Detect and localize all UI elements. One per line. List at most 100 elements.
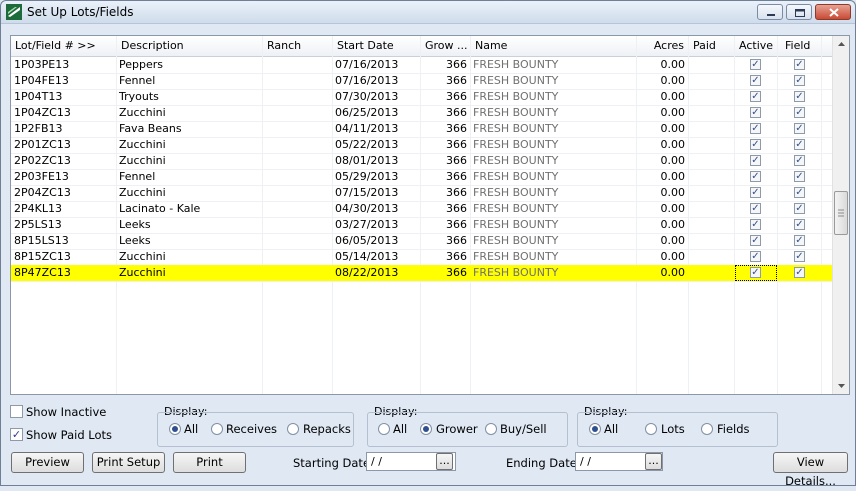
field-checkbox[interactable]: ✓ xyxy=(794,139,805,150)
cell-start[interactable]: 07/30/2013 xyxy=(332,89,420,105)
col-header-field[interactable]: Field xyxy=(778,36,822,56)
cell-lot[interactable]: 2P5LS13 xyxy=(11,217,116,233)
cell-paid[interactable] xyxy=(688,249,734,265)
cell-ranch[interactable] xyxy=(262,233,332,249)
cell-desc[interactable]: Zucchini xyxy=(116,105,262,121)
active-checkbox[interactable]: ✓ xyxy=(750,59,761,70)
active-checkbox[interactable]: ✓ xyxy=(750,107,761,118)
cell-grow[interactable]: 366 xyxy=(420,137,470,153)
cell-name[interactable]: FRESH BOUNTY xyxy=(470,105,636,121)
cell-lot[interactable]: 2P02ZC13 xyxy=(11,153,116,169)
cell-start[interactable]: 04/11/2013 xyxy=(332,121,420,137)
cell-paid[interactable] xyxy=(688,137,734,153)
cell-name[interactable]: FRESH BOUNTY xyxy=(470,121,636,137)
active-checkbox[interactable]: ✓ xyxy=(750,139,761,150)
cell-name[interactable]: FRESH BOUNTY xyxy=(470,73,636,89)
table-row[interactable]: 1P04ZC13 Zucchini 06/25/2013 366 FRESH BOUNT… xyxy=(11,105,832,122)
cell-start[interactable]: 07/16/2013 xyxy=(332,57,420,73)
cell-ranch[interactable] xyxy=(262,57,332,73)
cell-lot[interactable]: 2P4KL13 xyxy=(11,201,116,217)
cell-ranch[interactable] xyxy=(262,73,332,89)
cell-name[interactable]: FRESH BOUNTY xyxy=(470,201,636,217)
table-row[interactable]: 2P5LS13 Leeks 03/27/2013 366 FRESH BOUNTY 0.0… xyxy=(11,217,832,234)
cell-ranch[interactable] xyxy=(262,137,332,153)
active-checkbox[interactable]: ✓ xyxy=(750,251,761,262)
col-header-start-date[interactable]: Start Date xyxy=(333,36,421,56)
cell-desc[interactable]: Leeks xyxy=(116,233,262,249)
preview-button[interactable]: Preview xyxy=(11,452,84,473)
cell-grow[interactable]: 366 xyxy=(420,201,470,217)
cell-grow[interactable]: 366 xyxy=(420,153,470,169)
table-row[interactable]: 2P04ZC13 Zucchini 07/15/2013 366 FRESH BOUNT… xyxy=(11,185,832,202)
cell-paid[interactable] xyxy=(688,105,734,121)
cell-desc[interactable]: Fennel xyxy=(116,169,262,185)
cell-name[interactable]: FRESH BOUNTY xyxy=(470,249,636,265)
cell-acres[interactable]: 0.00 xyxy=(636,169,688,185)
cell-acres[interactable]: 0.00 xyxy=(636,249,688,265)
cell-name[interactable]: FRESH BOUNTY xyxy=(470,217,636,233)
print-setup-button[interactable]: Print Setup xyxy=(92,452,165,473)
col-header-ranch[interactable]: Ranch xyxy=(263,36,333,56)
cell-paid[interactable] xyxy=(688,73,734,89)
close-button[interactable] xyxy=(815,4,851,20)
cell-grow[interactable]: 366 xyxy=(420,169,470,185)
table-row[interactable]: 2P03FE13 Fennel 05/29/2013 366 FRESH BOUNTY 0… xyxy=(11,169,832,186)
field-checkbox[interactable]: ✓ xyxy=(794,251,805,262)
cell-grow[interactable]: 366 xyxy=(420,105,470,121)
cell-lot[interactable]: 1P03PE13 xyxy=(11,57,116,73)
active-checkbox[interactable]: ✓ xyxy=(750,155,761,166)
active-checkbox[interactable]: ✓ xyxy=(750,267,761,278)
cell-desc[interactable]: Peppers xyxy=(116,57,262,73)
show-paid-lots-checkbox[interactable]: ✓ xyxy=(10,428,23,441)
display-kind-all-radio[interactable] xyxy=(589,423,601,435)
display-fields-radio[interactable] xyxy=(701,423,713,435)
cell-desc[interactable]: Leeks xyxy=(116,217,262,233)
cell-desc[interactable]: Zucchini xyxy=(116,249,262,265)
cell-ranch[interactable] xyxy=(262,185,332,201)
cell-lot[interactable]: 1P04FE13 xyxy=(11,73,116,89)
cell-acres[interactable]: 0.00 xyxy=(636,217,688,233)
ending-date-picker-button[interactable]: ... xyxy=(645,453,662,470)
cell-lot[interactable]: 2P04ZC13 xyxy=(11,185,116,201)
cell-name[interactable]: FRESH BOUNTY xyxy=(470,169,636,185)
cell-acres[interactable]: 0.00 xyxy=(636,89,688,105)
cell-acres[interactable]: 0.00 xyxy=(636,73,688,89)
cell-paid[interactable] xyxy=(688,265,734,281)
cell-acres[interactable]: 0.00 xyxy=(636,201,688,217)
cell-lot[interactable]: 8P15ZC13 xyxy=(11,249,116,265)
col-header-description[interactable]: Description xyxy=(117,36,263,56)
cell-acres[interactable]: 0.00 xyxy=(636,265,688,281)
cell-paid[interactable] xyxy=(688,217,734,233)
field-checkbox[interactable]: ✓ xyxy=(794,203,805,214)
minimize-button[interactable] xyxy=(757,4,783,20)
cell-grow[interactable]: 366 xyxy=(420,233,470,249)
cell-paid[interactable] xyxy=(688,153,734,169)
active-checkbox[interactable]: ✓ xyxy=(750,235,761,246)
cell-lot[interactable]: 8P15LS13 xyxy=(11,233,116,249)
table-row[interactable]: 8P15ZC13 Zucchini 05/14/2013 366 FRESH BOUNT… xyxy=(11,249,832,266)
display-all-radio[interactable] xyxy=(169,423,181,435)
cell-name[interactable]: FRESH BOUNTY xyxy=(470,265,636,281)
print-button[interactable]: Print xyxy=(173,452,246,473)
view-details-button[interactable]: View Details... xyxy=(773,452,848,488)
active-checkbox[interactable]: ✓ xyxy=(750,75,761,86)
field-checkbox[interactable]: ✓ xyxy=(794,267,805,278)
cell-desc[interactable]: Tryouts xyxy=(116,89,262,105)
cell-paid[interactable] xyxy=(688,89,734,105)
cell-start[interactable]: 06/05/2013 xyxy=(332,233,420,249)
active-checkbox[interactable]: ✓ xyxy=(750,187,761,198)
cell-ranch[interactable] xyxy=(262,121,332,137)
cell-grow[interactable]: 366 xyxy=(420,121,470,137)
cell-desc[interactable]: Zucchini xyxy=(116,153,262,169)
cell-acres[interactable]: 0.00 xyxy=(636,121,688,137)
maximize-button[interactable] xyxy=(786,4,812,20)
cell-desc[interactable]: Fava Beans xyxy=(116,121,262,137)
cell-grow[interactable]: 366 xyxy=(420,185,470,201)
cell-acres[interactable]: 0.00 xyxy=(636,105,688,121)
cell-grow[interactable]: 366 xyxy=(420,217,470,233)
cell-desc[interactable]: Zucchini xyxy=(116,185,262,201)
table-row[interactable]: 1P04T13 Tryouts 07/30/2013 366 FRESH BOUNTY 0… xyxy=(11,89,832,106)
cell-ranch[interactable] xyxy=(262,249,332,265)
cell-paid[interactable] xyxy=(688,233,734,249)
cell-name[interactable]: FRESH BOUNTY xyxy=(470,137,636,153)
